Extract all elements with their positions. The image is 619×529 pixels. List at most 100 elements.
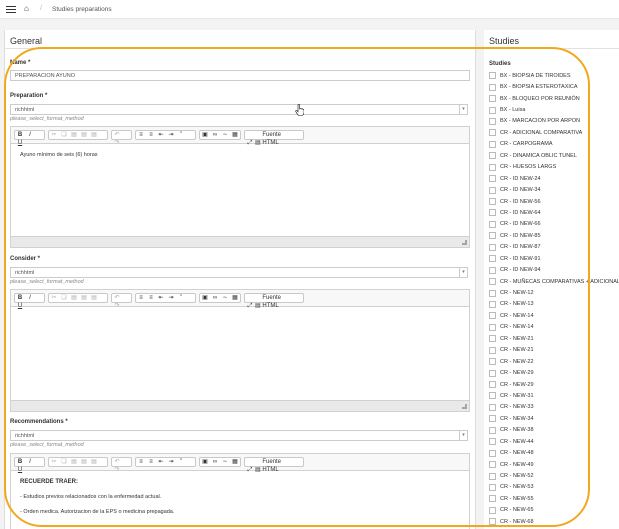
paste-icon[interactable]: ▤ <box>69 131 79 139</box>
study-checkbox[interactable] <box>489 403 496 411</box>
study-checkbox[interactable] <box>489 506 496 514</box>
table-icon[interactable]: ▦ <box>230 131 240 139</box>
study-checkbox[interactable] <box>489 392 496 400</box>
indent-icon[interactable]: ⇥ <box>166 131 176 139</box>
cut-icon[interactable]: ✂ <box>49 131 59 139</box>
study-checkbox[interactable] <box>489 289 496 297</box>
paste-word-icon[interactable]: ▤ <box>89 131 99 139</box>
study-item[interactable]: CR - HUESOS LARGS <box>489 162 619 173</box>
study-checkbox[interactable] <box>489 438 496 446</box>
numbered-list-icon[interactable]: ≡ <box>136 458 146 466</box>
paste-icon[interactable]: ▤ <box>69 294 79 302</box>
study-checkbox[interactable] <box>489 140 496 148</box>
study-item[interactable]: CR - NEW-38 <box>489 425 619 436</box>
study-item[interactable]: CR - NEW-53 <box>489 482 619 493</box>
study-checkbox[interactable] <box>489 243 496 251</box>
study-item[interactable]: CR - ID NEW-56 <box>489 196 619 207</box>
unlink-icon[interactable]: ∼ <box>220 458 230 466</box>
study-checkbox[interactable] <box>489 129 496 137</box>
study-checkbox[interactable] <box>489 83 496 91</box>
copy-icon[interactable]: ❏ <box>59 294 69 302</box>
consider-content[interactable] <box>11 307 469 323</box>
study-item[interactable]: CR - NEW-52 <box>489 470 619 481</box>
study-checkbox[interactable] <box>489 232 496 240</box>
blockquote-icon[interactable]: ” <box>176 458 186 466</box>
study-checkbox[interactable] <box>489 449 496 457</box>
undo-icon[interactable]: ↶ <box>112 294 122 302</box>
resize-handle-icon[interactable] <box>462 404 467 409</box>
source-button[interactable]: ▤ Fuente HTML <box>255 294 301 310</box>
underline-icon[interactable]: U <box>15 302 25 310</box>
study-item[interactable]: BX - Luisa <box>489 104 619 115</box>
study-checkbox[interactable] <box>489 335 496 343</box>
study-checkbox[interactable] <box>489 72 496 80</box>
study-item[interactable]: CR - NEW-33 <box>489 402 619 413</box>
study-checkbox[interactable] <box>489 255 496 263</box>
consider-format-select[interactable]: richhtml ▾ <box>10 267 468 278</box>
study-item[interactable]: BX - BIOPSIA ESTEROTAXICA <box>489 81 619 92</box>
study-checkbox[interactable] <box>489 381 496 389</box>
study-item[interactable]: CR - NEW-14 <box>489 310 619 321</box>
italic-icon[interactable]: I <box>25 131 35 139</box>
study-checkbox[interactable] <box>489 117 496 125</box>
study-item[interactable]: BX - BLOQUEO POR REUNIÓN <box>489 93 619 104</box>
study-checkbox[interactable] <box>489 346 496 354</box>
link-icon[interactable]: ∞ <box>210 131 220 139</box>
link-icon[interactable]: ∞ <box>210 294 220 302</box>
preparation-editor[interactable]: B IU ✂ ❏ ▤ ▤ ▤ ↶↷ ≡ ≡ ⇤ ⇥” ▣ ∞ ∼ ▦ ⤢ ▤ Fuente HTML A… <box>10 126 470 248</box>
blockquote-icon[interactable]: ” <box>176 294 186 302</box>
outdent-icon[interactable]: ⇤ <box>156 131 166 139</box>
name-input[interactable]: PREPARACION AYUNO <box>10 70 470 81</box>
recommendations-content[interactable]: RECUERDE TRAER: - Estudios previos relac… <box>11 471 469 529</box>
cut-icon[interactable]: ✂ <box>49 458 59 466</box>
study-item[interactable]: CR - NEW-21 <box>489 333 619 344</box>
maximize-icon[interactable]: ⤢ <box>245 139 255 147</box>
study-item[interactable]: CR - NEW-12 <box>489 287 619 298</box>
study-item[interactable]: CR - NEW-44 <box>489 436 619 447</box>
indent-icon[interactable]: ⇥ <box>166 294 176 302</box>
study-item[interactable]: CR - NEW-55 <box>489 493 619 504</box>
study-checkbox[interactable] <box>489 483 496 491</box>
home-icon[interactable]: ⌂ <box>24 4 29 13</box>
study-item[interactable]: CR - ID NEW-85 <box>489 230 619 241</box>
study-item[interactable]: CR - ID NEW-66 <box>489 219 619 230</box>
study-checkbox[interactable] <box>489 175 496 183</box>
recommendations-format-select[interactable]: richhtml ▾ <box>10 430 468 441</box>
paste-word-icon[interactable]: ▤ <box>89 294 99 302</box>
image-icon[interactable]: ▣ <box>200 294 210 302</box>
study-checkbox[interactable] <box>489 472 496 480</box>
preparation-content[interactable]: Ayuno mínimo de seis (6) horas <box>11 144 469 175</box>
study-checkbox[interactable] <box>489 426 496 434</box>
italic-icon[interactable]: I <box>25 294 35 302</box>
preparation-format-select[interactable]: richhtml ▾ <box>10 104 468 115</box>
study-item[interactable]: CR - ID NEW-87 <box>489 242 619 253</box>
table-icon[interactable]: ▦ <box>230 458 240 466</box>
copy-icon[interactable]: ❏ <box>59 131 69 139</box>
study-item[interactable]: CR - ID NEW-91 <box>489 253 619 264</box>
study-checkbox[interactable] <box>489 266 496 274</box>
redo-icon[interactable]: ↷ <box>112 302 122 310</box>
study-item[interactable]: CR - NEW-21 <box>489 345 619 356</box>
link-icon[interactable]: ∞ <box>210 458 220 466</box>
cut-icon[interactable]: ✂ <box>49 294 59 302</box>
paste-text-icon[interactable]: ▤ <box>79 458 89 466</box>
image-icon[interactable]: ▣ <box>200 458 210 466</box>
study-item[interactable]: CR - NEW-22 <box>489 356 619 367</box>
study-checkbox[interactable] <box>489 358 496 366</box>
study-item[interactable]: CR - NEW-31 <box>489 390 619 401</box>
study-item[interactable]: BX - BIOPSIA DE TIROIDES <box>489 70 619 81</box>
study-item[interactable]: CR - NEW-68 <box>489 516 619 527</box>
study-item[interactable]: CR - NEW-48 <box>489 447 619 458</box>
study-checkbox[interactable] <box>489 461 496 469</box>
bulleted-list-icon[interactable]: ≡ <box>146 458 156 466</box>
underline-icon[interactable]: U <box>15 139 25 147</box>
indent-icon[interactable]: ⇥ <box>166 458 176 466</box>
table-icon[interactable]: ▦ <box>230 294 240 302</box>
study-item[interactable]: CR - ID NEW-24 <box>489 173 619 184</box>
study-item[interactable]: CR - NEW-34 <box>489 413 619 424</box>
study-item[interactable]: CR - NEW-13 <box>489 299 619 310</box>
redo-icon[interactable]: ↷ <box>112 139 122 147</box>
study-item[interactable]: BX - MARCACION POR ARPON <box>489 116 619 127</box>
italic-icon[interactable]: I <box>25 458 35 466</box>
resize-handle-icon[interactable] <box>462 240 467 245</box>
